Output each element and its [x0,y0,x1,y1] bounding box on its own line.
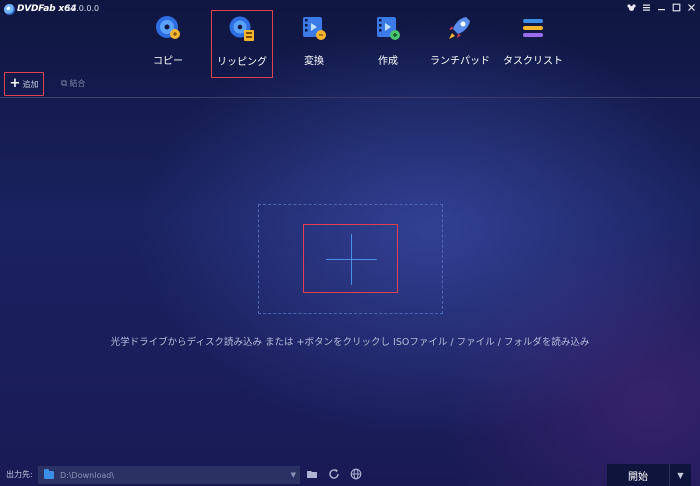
merge-button-label: 結合 [69,79,86,88]
chevron-down-icon: ▼ [677,470,684,480]
film-converter-icon [303,17,326,40]
folder-icon [44,469,54,479]
tab-task-list[interactable]: タスクリスト [502,10,564,78]
add-button[interactable]: + 追加 [4,72,44,96]
output-path-field[interactable]: D:\Download\ ▼ [38,466,300,484]
app-window: DVDFab x64 12.0.0.0 コピー リッピング 変換 作成 ランチパ… [0,0,700,486]
merge-button[interactable]: ⧉ 結合 [61,78,85,89]
add-button-label: 追加 [22,79,39,89]
browse-folder-icon[interactable] [306,468,318,480]
main-nav: コピー リッピング 変換 作成 ランチパッド タスクリスト [0,10,700,80]
disc-copy-icon [156,16,180,39]
plus-icon-vertical [351,234,352,285]
refresh-icon[interactable] [328,468,340,480]
globe-icon[interactable] [350,468,362,480]
chevron-down-icon[interactable]: ▼ [291,471,296,479]
rocket-icon [449,17,470,39]
tab-creator-label: 作成 [378,56,398,67]
source-toolbar: + 追加 ⧉ 結合 [0,72,700,98]
tab-copy[interactable]: コピー [143,10,193,78]
merge-icon: ⧉ [61,78,68,89]
film-creator-icon [377,17,400,40]
task-list-icon [523,19,543,37]
start-button-label: 開始 [628,471,648,483]
tab-ripper-label: リッピング [217,57,267,68]
tab-ripper[interactable]: リッピング [211,10,273,78]
output-path-value: D:\Download\ [60,470,115,480]
start-options-dropdown[interactable]: ▼ [669,464,691,486]
tab-launchpad-label: ランチパッド [430,56,490,67]
disc-ripper-icon [229,16,254,41]
plus-icon: + [9,76,21,91]
tab-converter[interactable]: 変換 [292,10,336,78]
add-source-plus-button[interactable] [303,224,398,293]
output-label: 出力先: [6,470,33,479]
start-button[interactable]: 開始 [607,464,669,486]
bottom-bar: 出力先: D:\Download\ ▼ 開始 ▼ [0,462,700,486]
tab-task-list-label: タスクリスト [503,56,563,67]
tab-creator[interactable]: 作成 [366,10,410,78]
tab-converter-label: 変換 [304,56,324,67]
tab-copy-label: コピー [153,56,183,67]
tab-launchpad[interactable]: ランチパッド [428,10,492,78]
drop-hint-text: 光学ドライブからディスク読み込み または +ボタンをクリックし ISOファイル … [110,337,590,348]
